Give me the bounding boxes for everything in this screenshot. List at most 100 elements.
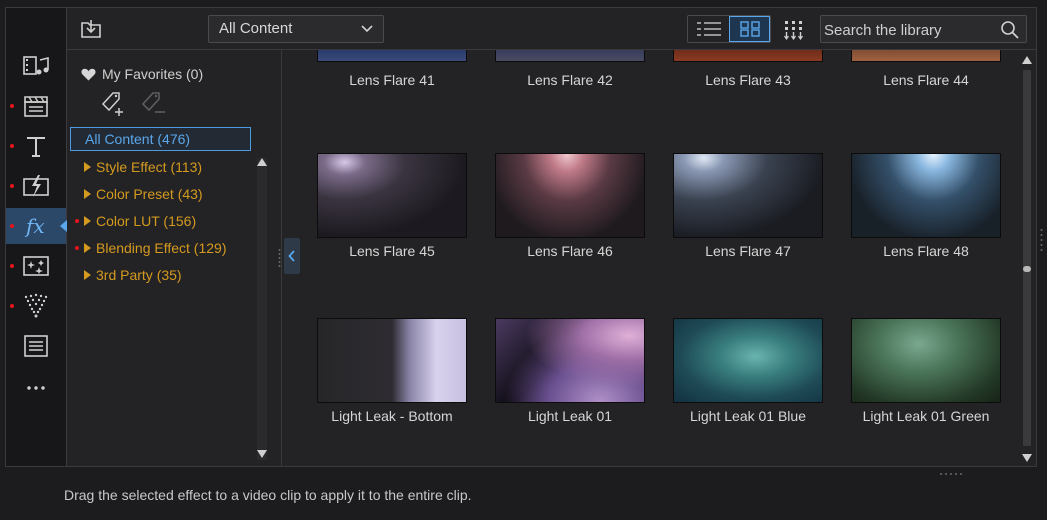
text-room-tab[interactable] — [6, 128, 66, 164]
add-tag-button[interactable] — [99, 90, 129, 122]
search-input[interactable] — [822, 17, 996, 43]
scroll-down-arrow-icon[interactable] — [257, 450, 267, 458]
search-icon[interactable] — [1000, 20, 1020, 40]
effect-library-grid: Lens Flare 41 Lens Flare 42 Lens Flare 4… — [286, 50, 1018, 466]
bottom-resize-grip-icon[interactable] — [939, 472, 963, 476]
status-hint-text: Drag the selected effect to a video clip… — [64, 487, 472, 503]
titles-clapper-icon — [24, 96, 48, 117]
effect-room-tab[interactable]: fx — [6, 208, 67, 244]
sort-icon — [784, 21, 803, 41]
category-label: Blending Effect (129) — [96, 240, 227, 256]
effect-tile[interactable]: Lens Flare 45 — [317, 153, 467, 259]
transition-room-tab[interactable] — [6, 168, 66, 204]
heart-icon — [81, 68, 96, 80]
effect-label: Lens Flare 46 — [527, 243, 613, 259]
active-indicator — [60, 220, 67, 232]
overlay-icon — [24, 293, 48, 318]
filter-value: All Content — [219, 20, 293, 37]
scroll-down-arrow-icon[interactable] — [1022, 454, 1032, 462]
effect-label: Lens Flare 48 — [883, 243, 969, 259]
effect-room-window: fx All Content Search the library My Fav… — [5, 7, 1037, 467]
expand-triangle-icon — [84, 216, 91, 226]
category-scrollbar[interactable] — [257, 158, 267, 460]
scroll-up-arrow-icon[interactable] — [1022, 56, 1032, 64]
effect-tile[interactable]: Lens Flare 44 — [851, 50, 1001, 88]
content-filter-dropdown[interactable]: All Content — [208, 15, 384, 43]
category-label: Color Preset (43) — [96, 186, 203, 202]
media-room-tab[interactable] — [6, 48, 66, 84]
subtitle-icon — [24, 335, 48, 357]
grid-scrollbar[interactable] — [1022, 54, 1032, 464]
effect-label: Light Leak 01 Green — [862, 408, 990, 424]
remove-tag-button[interactable] — [139, 90, 169, 122]
notification-dot — [10, 224, 14, 228]
text-icon — [27, 137, 45, 157]
category-3rd-party[interactable]: 3rd Party (35) — [84, 264, 182, 286]
category-label: 3rd Party (35) — [96, 267, 182, 283]
overlay-room-tab[interactable] — [6, 288, 66, 324]
my-favorites[interactable]: My Favorites (0) — [81, 66, 203, 82]
effect-thumbnail — [673, 318, 823, 403]
expand-triangle-icon — [84, 162, 91, 172]
scrollbar-track[interactable] — [1023, 70, 1031, 446]
effect-label: Lens Flare 42 — [527, 72, 613, 88]
effect-thumbnail — [851, 318, 1001, 403]
more-rooms-button[interactable] — [6, 370, 66, 406]
subtitle-room-tab[interactable] — [6, 328, 66, 364]
room-rail: fx — [6, 8, 67, 466]
category-color-lut[interactable]: Color LUT (156) — [75, 210, 196, 232]
import-button[interactable] — [79, 17, 103, 41]
effect-label: Lens Flare 43 — [705, 72, 791, 88]
panel-resize-grip-icon[interactable] — [278, 248, 281, 270]
effect-label: Lens Flare 45 — [349, 243, 435, 259]
expand-triangle-icon — [84, 243, 91, 253]
effect-tile[interactable]: Light Leak 01 Blue — [673, 318, 823, 424]
effect-thumbnail — [495, 153, 645, 238]
view-mode-toggle — [687, 15, 771, 43]
effect-tile[interactable]: Lens Flare 48 — [851, 153, 1001, 259]
effect-tile[interactable]: Lens Flare 43 — [673, 50, 823, 88]
more-icon — [27, 386, 45, 390]
grid-view-button[interactable] — [729, 16, 770, 42]
particle-icon — [23, 256, 49, 276]
sort-button[interactable] — [784, 20, 804, 41]
effect-tile[interactable]: Light Leak - Bottom — [317, 318, 467, 424]
notification-dot — [10, 304, 14, 308]
category-panel: My Favorites (0) All Content (476) Style… — [67, 50, 282, 466]
list-view-icon — [696, 22, 721, 36]
effect-tile[interactable]: Lens Flare 47 — [673, 153, 823, 259]
notification-dot — [75, 246, 79, 250]
effect-tile[interactable]: Lens Flare 46 — [495, 153, 645, 259]
window-resize-grip-icon[interactable] — [1040, 228, 1043, 254]
scroll-up-arrow-icon[interactable] — [257, 158, 267, 166]
effect-tile[interactable]: Lens Flare 42 — [495, 50, 645, 88]
notification-dot — [10, 144, 14, 148]
list-view-button[interactable] — [688, 16, 729, 42]
effect-thumbnail — [851, 153, 1001, 238]
tag-add-icon — [101, 92, 123, 116]
scrollbar-thumb[interactable] — [1023, 266, 1031, 272]
category-blending-effect[interactable]: Blending Effect (129) — [75, 237, 227, 259]
effect-thumbnail — [317, 318, 467, 403]
category-color-preset[interactable]: Color Preset (43) — [84, 183, 203, 205]
particle-room-tab[interactable] — [6, 248, 66, 284]
media-room-icon — [23, 56, 49, 75]
category-style-effect[interactable]: Style Effect (113) — [84, 156, 202, 178]
category-label: Style Effect (113) — [96, 159, 203, 175]
notification-dot — [75, 219, 79, 223]
expand-triangle-icon — [84, 189, 91, 199]
chevron-down-icon — [361, 25, 373, 33]
effect-tile[interactable]: Light Leak 01 — [495, 318, 645, 424]
effect-thumbnail — [673, 50, 823, 62]
library-search — [820, 15, 1027, 43]
effect-thumbnail — [495, 50, 645, 62]
title-room-tab[interactable] — [6, 88, 66, 124]
category-all-content[interactable]: All Content (476) — [70, 127, 251, 151]
grid-view-icon — [739, 21, 760, 37]
transition-icon — [23, 175, 49, 197]
effect-tile[interactable]: Light Leak 01 Green — [851, 318, 1001, 424]
effects-fx-icon: fx — [24, 214, 45, 238]
effect-tile[interactable]: Lens Flare 41 — [317, 50, 467, 88]
tag-remove-icon — [141, 92, 165, 113]
effect-label: Light Leak - Bottom — [331, 408, 453, 424]
